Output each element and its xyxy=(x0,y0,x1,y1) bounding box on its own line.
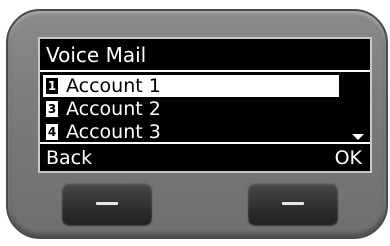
screen-title: Voice Mail xyxy=(46,43,147,67)
item-number-badge: 1 xyxy=(46,78,58,94)
menu-item-label: Account 2 xyxy=(66,98,161,120)
menu-item-label: Account 1 xyxy=(66,75,161,97)
display-screen: Voice Mail 1 Account 1 3 Account 2 4 Acc… xyxy=(38,37,372,173)
softkey-ok-label: OK xyxy=(334,147,362,169)
title-divider xyxy=(40,70,370,72)
scroll-down-arrow-icon xyxy=(352,134,364,140)
right-softkey-button[interactable] xyxy=(248,183,338,225)
dash-icon xyxy=(282,202,304,205)
menu-item-account-1[interactable]: 1 Account 1 xyxy=(43,75,339,97)
left-softkey-button[interactable] xyxy=(62,183,152,225)
softkey-back-label: Back xyxy=(46,147,93,169)
menu-item-label: Account 3 xyxy=(66,121,161,143)
item-number-badge: 4 xyxy=(46,124,58,140)
phone-body: Voice Mail 1 Account 1 3 Account 2 4 Acc… xyxy=(6,9,388,239)
menu-item-account-2[interactable]: 3 Account 2 xyxy=(43,98,339,120)
item-number-badge: 3 xyxy=(46,101,58,117)
menu-item-account-3[interactable]: 4 Account 3 xyxy=(43,121,339,143)
dash-icon xyxy=(96,202,118,205)
